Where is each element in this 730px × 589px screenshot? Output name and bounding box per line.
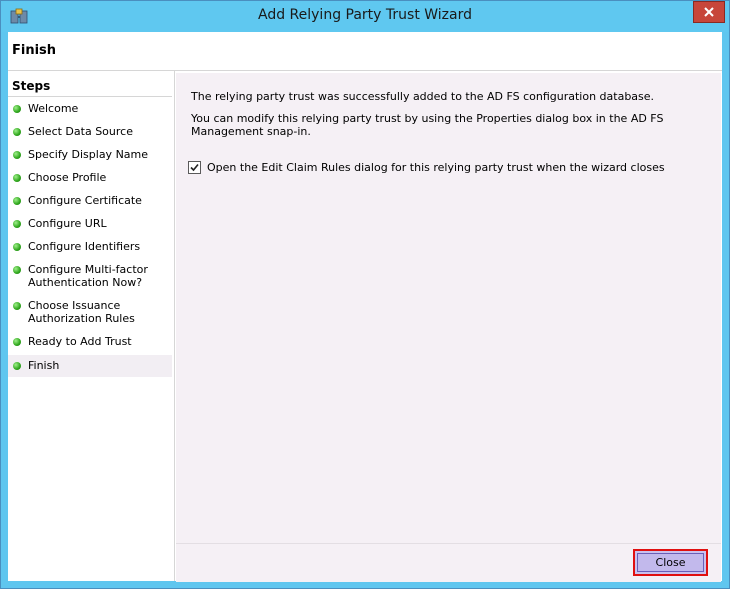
steps-panel: Steps Welcome Select Data Source Specify… [8,71,174,581]
close-button-label: Close [655,556,686,569]
wizard-window: Add Relying Party Trust Wizard Finish St… [0,0,730,589]
window-close-button[interactable] [693,1,725,23]
step-configure-certificate: Configure Certificate [8,191,172,211]
step-label: Choose Profile [28,171,107,184]
page-title: Finish [12,43,57,58]
step-configure-identifiers: Configure Identifiers [8,237,172,257]
edit-claim-rules-label[interactable]: Open the Edit Claim Rules dialog for thi… [207,161,665,174]
step-label: Welcome [28,102,79,115]
step-label: Configure Identifiers [28,240,141,253]
step-complete-icon [13,197,21,205]
step-complete-icon [13,266,21,274]
step-label: Configure Certificate [28,194,142,207]
step-choose-issuance-authorization-rules: Choose Issuance Authorization Rules [8,296,172,328]
page-header: Finish [8,32,722,71]
step-label: Specify Display Name [28,148,149,161]
step-ready-to-add-trust: Ready to Add Trust [8,332,172,352]
edit-claim-rules-checkbox[interactable] [188,161,201,174]
step-complete-icon [13,128,21,136]
step-complete-icon [13,302,21,310]
step-label-line2: Authorization Rules [28,312,135,325]
title-bar[interactable]: Add Relying Party Trust Wizard [1,1,729,32]
step-complete-icon [13,243,21,251]
step-configure-multi-factor: Configure Multi-factor Authentication No… [8,260,172,292]
step-complete-icon [13,338,21,346]
steps-divider [8,96,172,97]
step-specify-display-name: Specify Display Name [8,145,172,165]
close-icon [704,7,714,17]
close-button-face: Close [637,553,704,572]
step-choose-profile: Choose Profile [8,168,172,188]
step-complete-icon [13,220,21,228]
close-button[interactable]: Close [633,549,708,576]
step-finish: Finish [8,355,172,377]
finish-content: The relying party trust was successfully… [176,73,721,543]
step-select-data-source: Select Data Source [8,122,172,142]
wizard-client-area: Finish Steps Welcome Select Data Source … [8,32,722,582]
panel-divider [174,71,175,581]
step-complete-icon [13,362,21,370]
checkmark-icon [190,163,199,172]
step-label: Finish [28,359,60,372]
step-label: Ready to Add Trust [28,335,132,348]
step-label: Select Data Source [28,125,133,138]
step-complete-icon [13,151,21,159]
success-message: The relying party trust was successfully… [191,90,655,103]
step-label-line2: Authentication Now? [28,276,143,289]
step-label-line1: Configure Multi-factor [28,263,148,276]
step-welcome: Welcome [8,99,172,119]
modify-hint-message: You can modify this relying party trust … [191,112,664,138]
step-complete-icon [13,174,21,182]
step-configure-url: Configure URL [8,214,172,234]
window-title: Add Relying Party Trust Wizard [257,7,473,23]
step-label: Configure URL [28,217,107,230]
step-label-line1: Choose Issuance [28,299,121,312]
steps-heading: Steps [12,79,51,93]
wizard-footer: Close [176,543,721,582]
step-complete-icon [13,105,21,113]
